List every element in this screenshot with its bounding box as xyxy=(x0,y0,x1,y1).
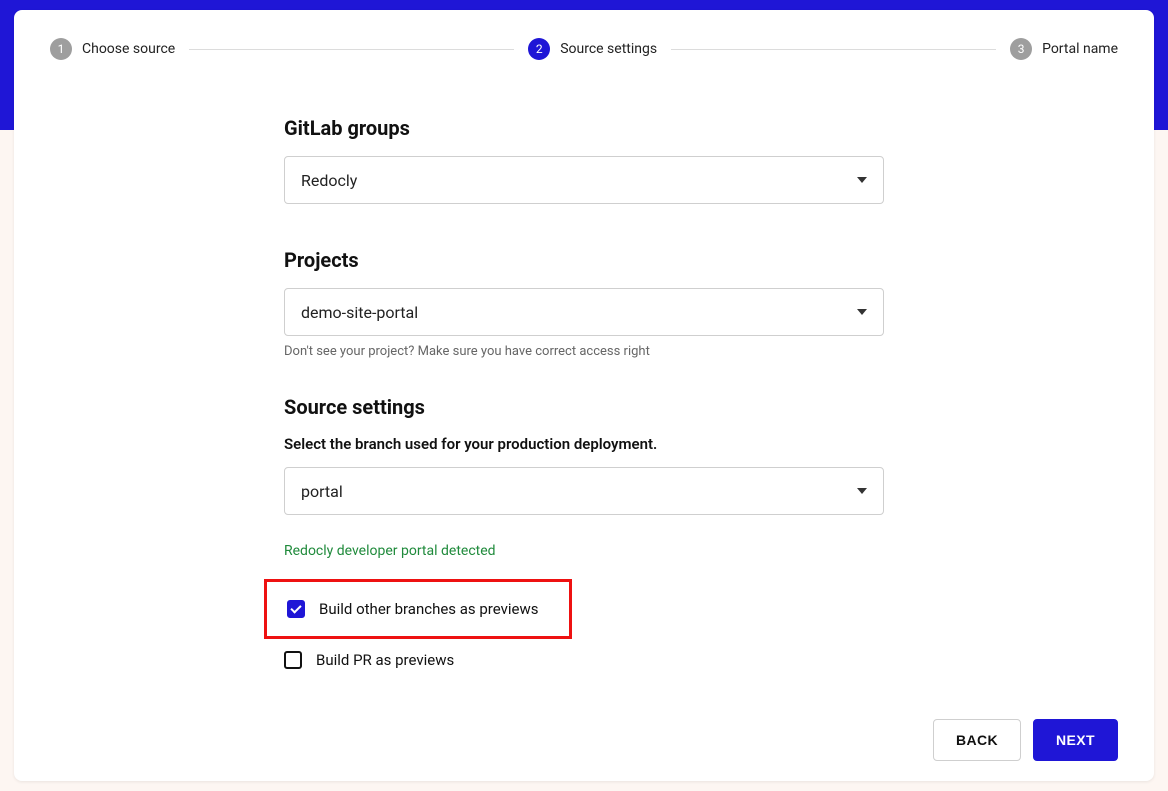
chevron-down-icon xyxy=(857,177,867,183)
branch-label: Select the branch used for your producti… xyxy=(284,435,884,453)
step-2-label: Source settings xyxy=(560,41,657,57)
check-pr-previews-label: Build PR as previews xyxy=(316,651,454,669)
groups-value: Redocly xyxy=(301,171,357,190)
step-3-circle: 3 xyxy=(1010,38,1032,60)
stepper-line xyxy=(189,49,514,50)
groups-select[interactable]: Redocly xyxy=(284,156,884,204)
step-1-label: Choose source xyxy=(82,41,175,57)
step-3-label: Portal name xyxy=(1042,41,1118,57)
detected-message: Redocly developer portal detected xyxy=(284,543,884,559)
wizard-footer: BACK NEXT xyxy=(933,719,1118,761)
branch-select[interactable]: portal xyxy=(284,467,884,515)
step-2-circle: 2 xyxy=(528,38,550,60)
next-button[interactable]: NEXT xyxy=(1033,719,1118,761)
step-2[interactable]: 2 Source settings xyxy=(528,38,657,60)
projects-title: Projects xyxy=(284,248,884,272)
check-other-branches[interactable]: Build other branches as previews xyxy=(269,594,557,624)
groups-title: GitLab groups xyxy=(284,116,884,140)
branch-value: portal xyxy=(301,482,343,501)
check-other-branches-label: Build other branches as previews xyxy=(319,600,539,618)
projects-helper: Don't see your project? Make sure you ha… xyxy=(284,344,884,359)
projects-select[interactable]: demo-site-portal xyxy=(284,288,884,336)
projects-value: demo-site-portal xyxy=(301,303,418,322)
annotation-box: Build other branches as previews xyxy=(264,579,572,639)
step-1[interactable]: 1 Choose source xyxy=(50,38,175,60)
check-pr-previews[interactable]: Build PR as previews xyxy=(284,645,884,675)
stepper-line xyxy=(671,49,996,50)
checkbox-empty-icon xyxy=(284,651,302,669)
chevron-down-icon xyxy=(857,488,867,494)
checkbox-checked-icon xyxy=(287,600,305,618)
back-button[interactable]: BACK xyxy=(933,719,1021,761)
wizard-card: 1 Choose source 2 Source settings 3 Port… xyxy=(14,10,1154,781)
form-area: GitLab groups Redocly Projects demo-site… xyxy=(284,116,884,675)
step-1-circle: 1 xyxy=(50,38,72,60)
stepper: 1 Choose source 2 Source settings 3 Port… xyxy=(50,38,1118,60)
chevron-down-icon xyxy=(857,309,867,315)
step-3[interactable]: 3 Portal name xyxy=(1010,38,1118,60)
source-title: Source settings xyxy=(284,395,884,419)
